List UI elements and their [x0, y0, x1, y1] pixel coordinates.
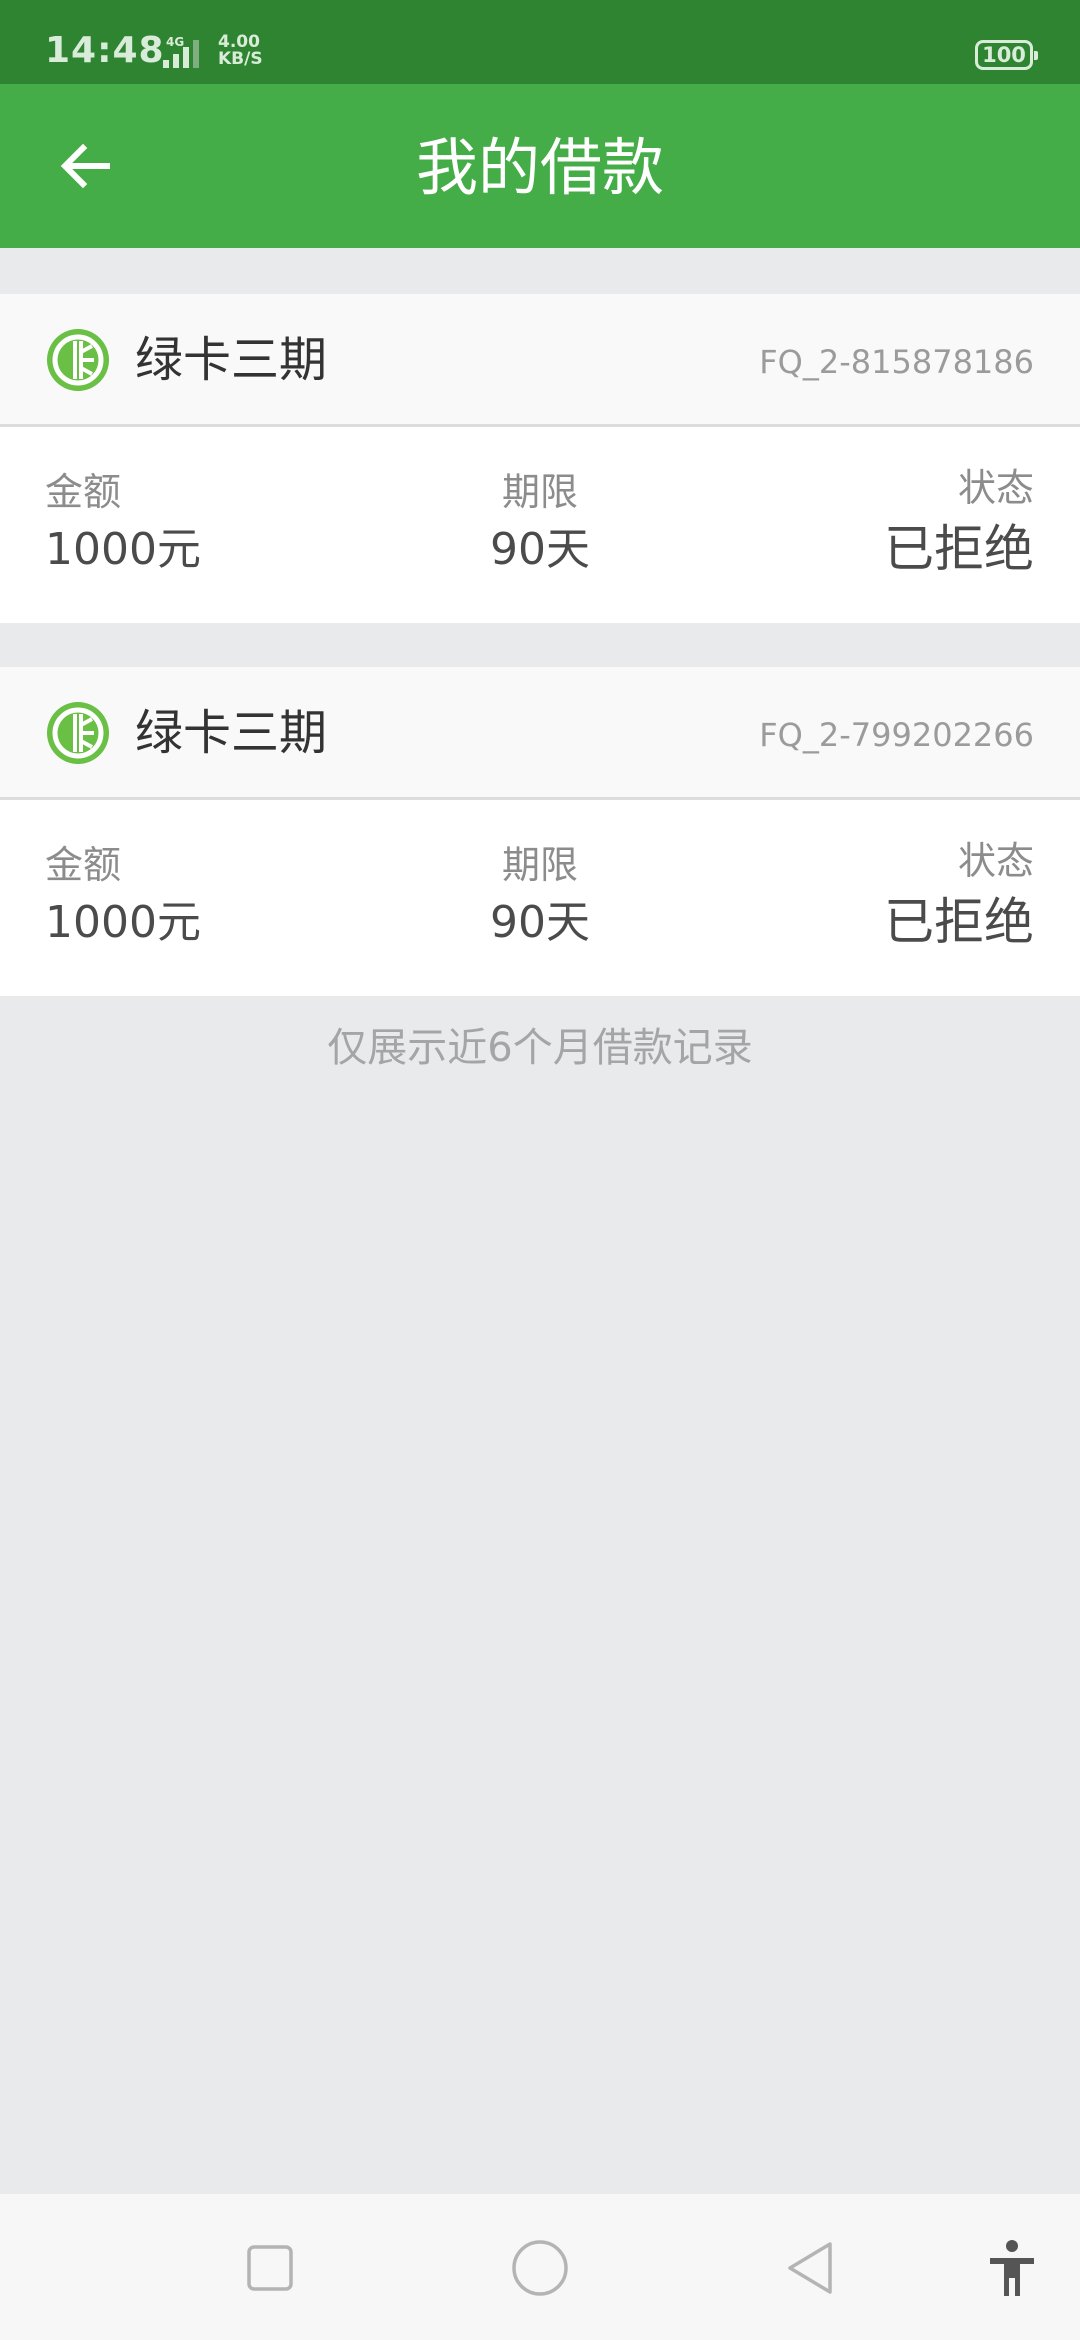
product-logo-icon	[47, 329, 109, 391]
history-footnote: 仅展示近6个月借款记录	[327, 1025, 753, 1071]
page-title: 我的借款	[415, 131, 664, 204]
speed-unit: KB/S	[218, 49, 263, 69]
product-name: 绿卡三期	[135, 332, 328, 388]
network-speed: 4.00 KB/S	[218, 34, 263, 68]
amount-value: 1000元	[45, 524, 201, 575]
order-number: FQ_2-815878186	[759, 343, 1034, 381]
loan-card[interactable]: 绿卡三期 FQ_2-799202266 金额 1000元 期限 90天 状态 已…	[0, 667, 1080, 996]
loan-card-header: 绿卡三期 FQ_2-799202266	[0, 667, 1080, 800]
term-label: 期限	[501, 470, 578, 514]
order-number: FQ_2-799202266	[759, 716, 1034, 754]
product-name: 绿卡三期	[135, 705, 328, 761]
product-logo-icon	[47, 702, 109, 764]
status-label: 状态	[957, 839, 1034, 883]
home-button[interactable]	[500, 2228, 580, 2308]
recent-apps-button[interactable]	[230, 2228, 310, 2308]
status-value: 已拒绝	[884, 520, 1034, 578]
term-value: 90天	[490, 524, 590, 575]
battery-icon: 100	[975, 40, 1038, 70]
app-bar: 我的借款	[0, 84, 1080, 248]
system-nav-bar	[0, 2194, 1080, 2340]
system-back-button[interactable]	[770, 2228, 850, 2308]
accessibility-icon	[990, 2240, 1034, 2296]
term-value: 90天	[490, 897, 590, 948]
loan-card-header: 绿卡三期 FQ_2-815878186	[0, 294, 1080, 427]
status-label: 状态	[957, 466, 1034, 510]
status-time: 14:48	[45, 30, 165, 71]
amount-label: 金额	[45, 843, 122, 887]
amount-value: 1000元	[45, 897, 201, 948]
status-value: 已拒绝	[884, 893, 1034, 951]
network-type: 4G	[166, 35, 184, 49]
signal-icon: 4G	[151, 35, 199, 68]
recent-apps-icon	[247, 2245, 293, 2291]
loan-card[interactable]: 绿卡三期 FQ_2-815878186 金额 1000元 期限 90天 状态 已…	[0, 294, 1080, 623]
status-bar: 14:48 4G 4.00 KB/S 100	[0, 0, 1080, 84]
amount-label: 金额	[45, 470, 122, 514]
home-icon	[512, 2240, 568, 2296]
accessibility-button[interactable]	[972, 2228, 1052, 2308]
term-label: 期限	[501, 843, 578, 887]
back-triangle-icon	[788, 2242, 832, 2294]
